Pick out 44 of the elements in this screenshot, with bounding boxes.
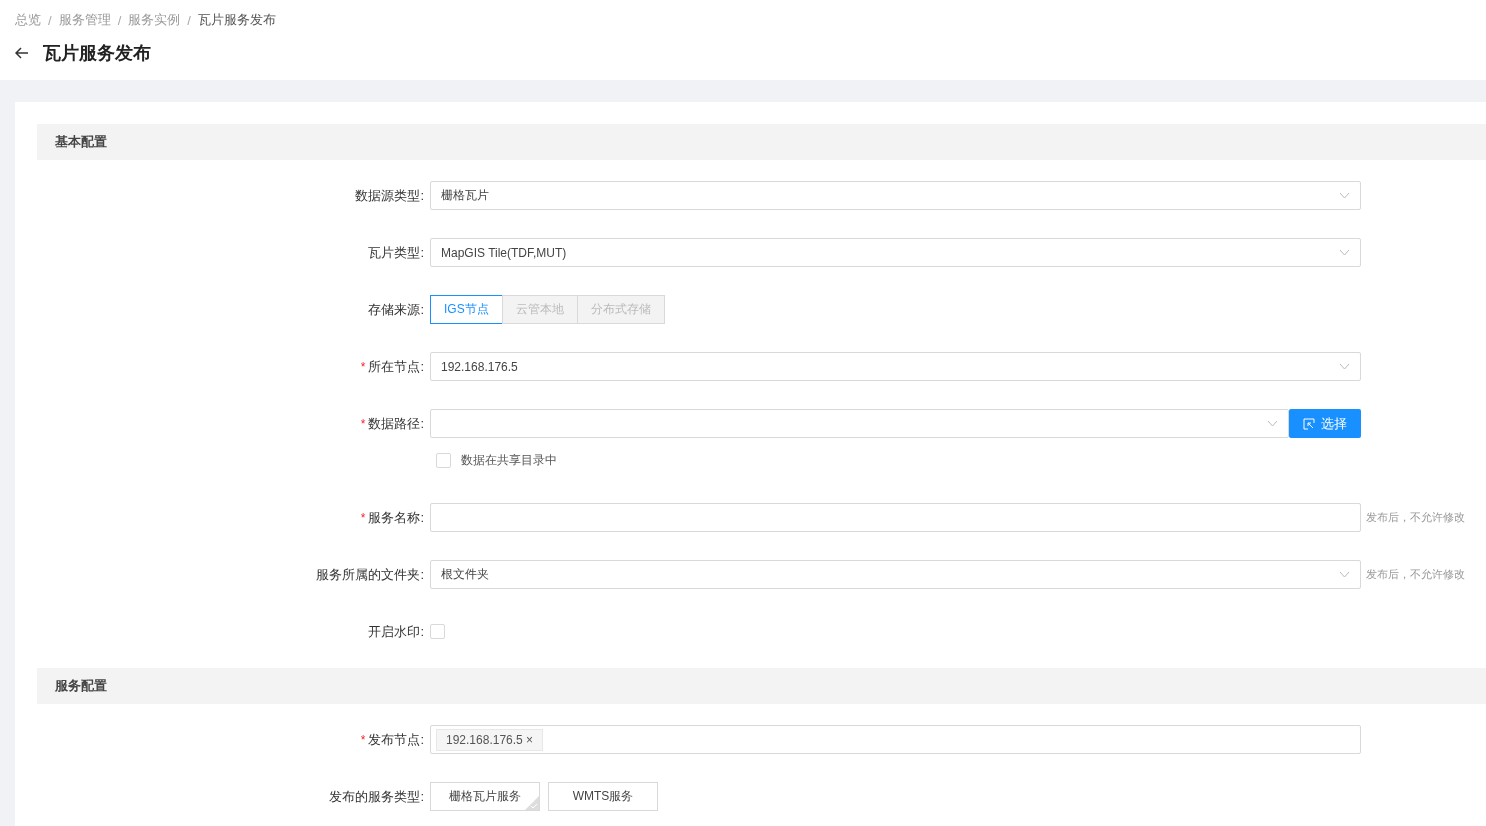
- required-mark: *: [360, 732, 366, 747]
- required-mark: *: [360, 510, 366, 525]
- section-title: 服务配置: [55, 677, 107, 695]
- section-title: 基本配置: [55, 133, 107, 151]
- field-label: 发布的服务类型:: [329, 787, 424, 806]
- breadcrumb-separator: /: [48, 12, 52, 28]
- breadcrumb-link[interactable]: 瓦片服务发布: [197, 11, 276, 29]
- select-field[interactable]: 栅格瓦片: [430, 181, 1361, 210]
- checkbox-label: 数据在共享目录中: [461, 451, 557, 469]
- select-pointer-icon: [1303, 417, 1315, 430]
- chevron-down-icon: [1339, 249, 1350, 256]
- select-field[interactable]: [430, 409, 1289, 438]
- select-field[interactable]: 根文件夹: [430, 560, 1361, 589]
- hint-text: 发布后，不允许修改: [1366, 510, 1465, 525]
- field-label: 服务名称:: [368, 508, 424, 527]
- checkbox[interactable]: [436, 452, 451, 468]
- tag[interactable]: 192.168.176.5 ×: [436, 728, 544, 751]
- required-mark: *: [360, 359, 366, 374]
- chevron-down-icon: [1339, 363, 1350, 370]
- field-label: 服务所属的文件夹:: [316, 565, 424, 584]
- check-corner-icon: [525, 796, 539, 810]
- select-field[interactable]: 192.168.176.5: [430, 352, 1361, 381]
- checkbox[interactable]: [430, 624, 445, 639]
- service-type-option[interactable]: 栅格瓦片服务: [430, 782, 540, 811]
- field-label: 存储来源:: [368, 300, 424, 319]
- field-label: 数据路径:: [368, 414, 424, 433]
- field-label: 数据源类型:: [355, 186, 424, 205]
- chevron-down-icon: [1339, 192, 1350, 199]
- field-label: 发布节点:: [368, 730, 424, 749]
- select-field[interactable]: MapGIS Tile(TDF,MUT): [430, 238, 1361, 267]
- chevron-down-icon: [1339, 571, 1350, 578]
- breadcrumb-separator: /: [187, 12, 191, 28]
- field-label: 瓦片类型:: [368, 243, 424, 262]
- input-field[interactable]: [430, 503, 1361, 532]
- field-label: 开启水印:: [368, 622, 424, 641]
- hint-text: 发布后，不允许修改: [1366, 567, 1465, 582]
- tag-select-field[interactable]: 192.168.176.5 ×: [430, 725, 1361, 754]
- breadcrumb-separator: /: [117, 12, 122, 28]
- chevron-down-icon: [1267, 420, 1278, 427]
- back-arrow-icon[interactable]: [15, 47, 29, 59]
- field-label: 所在节点:: [368, 357, 424, 376]
- page-title: 瓦片服务发布: [43, 42, 151, 65]
- required-mark: *: [360, 416, 366, 431]
- service-type-option[interactable]: WMTS服务: [548, 782, 658, 811]
